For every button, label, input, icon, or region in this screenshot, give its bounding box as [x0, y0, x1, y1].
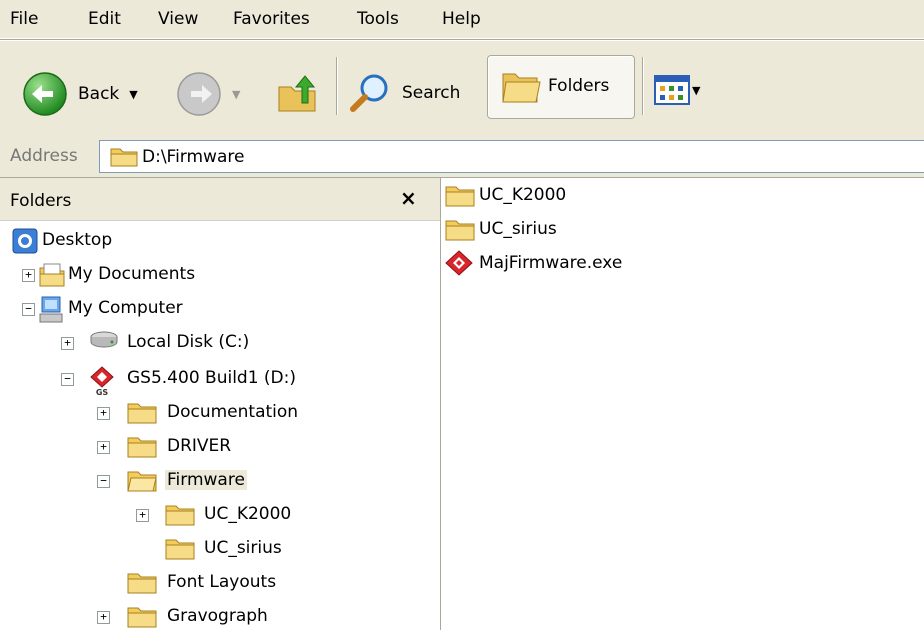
tree-item-label: DRIVER — [167, 436, 232, 456]
folders-button[interactable]: Folders — [487, 55, 635, 119]
standard-toolbar: Back ▼ ▼ Search Folders ▼ — [0, 40, 924, 136]
folder-icon — [110, 145, 138, 167]
menu-tools[interactable]: Tools — [357, 9, 399, 29]
folder-icon — [445, 217, 475, 241]
close-icon[interactable]: × — [400, 186, 417, 210]
tree-item[interactable]: + Local Disk (C:) — [0, 328, 440, 358]
tree-item-label: My Documents — [68, 264, 196, 284]
menu-file[interactable]: File — [10, 9, 38, 29]
tree-item-label: Font Layouts — [167, 572, 277, 592]
collapse-icon[interactable]: − — [61, 373, 74, 386]
list-item[interactable]: UC_sirius — [445, 214, 557, 244]
list-item[interactable]: MajFirmware.exe — [445, 248, 622, 278]
folder-icon — [127, 400, 157, 424]
collapse-icon[interactable]: − — [22, 303, 35, 316]
folder-icon — [127, 434, 157, 458]
search-icon — [348, 71, 392, 115]
desktop-icon — [12, 228, 38, 254]
folders-pane: Folders × Desktop + My Documents − My Comput… — [0, 178, 441, 630]
address-field[interactable]: D:\Firmware — [99, 140, 924, 173]
search-button[interactable]: Search — [348, 71, 460, 115]
tree-item-label: Gravograph — [167, 606, 268, 626]
menu-favorites[interactable]: Favorites — [233, 9, 310, 29]
forward-arrow-icon — [176, 71, 222, 117]
tree-item-label: Documentation — [167, 402, 299, 422]
gs-exe-icon — [445, 250, 475, 276]
expand-icon[interactable]: + — [61, 337, 74, 350]
toolbar-separator — [336, 57, 337, 115]
tree-item-label: My Computer — [68, 298, 183, 318]
folder-icon — [445, 183, 475, 207]
collapse-icon[interactable]: − — [97, 475, 110, 488]
folder-icon — [127, 570, 157, 594]
address-value: D:\Firmware — [142, 147, 245, 167]
folders-icon — [500, 66, 544, 108]
tree-item[interactable]: + UC_K2000 — [0, 500, 440, 530]
menu-bar: File Edit View Favorites Tools Help — [0, 0, 924, 39]
expand-icon[interactable]: + — [22, 269, 35, 282]
tree-item-label: Firmware — [165, 470, 247, 490]
menu-edit[interactable]: Edit — [88, 9, 121, 29]
expand-icon[interactable]: + — [97, 441, 110, 454]
forward-button[interactable]: ▼ — [176, 71, 240, 117]
svg-text:GS: GS — [96, 388, 109, 396]
my-documents-icon — [38, 262, 66, 288]
back-label: Back — [78, 84, 120, 104]
file-name: UC_sirius — [479, 219, 557, 239]
address-label: Address — [10, 146, 78, 166]
tree-item-label: GS5.400 Build1 (D:) — [127, 368, 297, 388]
menu-view[interactable]: View — [158, 9, 198, 29]
tree-item[interactable]: Font Layouts — [0, 568, 440, 598]
folders-label: Folders — [548, 76, 610, 96]
up-folder-icon — [276, 73, 320, 115]
back-dropdown-arrow-icon[interactable]: ▼ — [129, 88, 137, 101]
my-computer-icon — [38, 296, 64, 324]
tree-item-label: Local Disk (C:) — [127, 332, 250, 352]
file-name: MajFirmware.exe — [479, 253, 623, 273]
folder-icon — [165, 536, 195, 560]
tree-item[interactable]: + DRIVER — [0, 432, 440, 462]
menu-help[interactable]: Help — [442, 9, 481, 29]
folders-pane-header: Folders × — [0, 178, 440, 221]
local-disk-icon — [89, 330, 119, 350]
tree-item[interactable]: − My Computer — [0, 294, 440, 324]
expand-icon[interactable]: + — [97, 611, 110, 624]
expand-icon[interactable]: + — [97, 407, 110, 420]
back-arrow-icon — [22, 71, 68, 117]
tree-item-label: Desktop — [42, 230, 113, 250]
file-name: UC_K2000 — [479, 185, 567, 205]
folders-pane-title: Folders — [10, 191, 72, 211]
file-list: UC_K2000 UC_sirius MajFirmware.exe — [441, 178, 924, 630]
tree-item[interactable]: UC_sirius — [0, 534, 440, 564]
tree-item[interactable]: − Firmware — [0, 466, 440, 496]
gs-drive-icon: GS — [89, 366, 115, 396]
tree-item[interactable]: Desktop — [0, 226, 440, 256]
back-button[interactable]: Back ▼ — [22, 71, 138, 117]
forward-dropdown-arrow-icon[interactable]: ▼ — [232, 88, 240, 101]
tree-item[interactable]: − GS GS5.400 Build1 (D:) — [0, 364, 440, 396]
views-dropdown-arrow-icon[interactable]: ▼ — [692, 84, 700, 97]
tree-item-label: UC_K2000 — [204, 504, 292, 524]
tree-item[interactable]: + Gravograph — [0, 602, 440, 632]
views-grid-icon — [654, 75, 690, 105]
tree-item[interactable]: + My Documents — [0, 260, 440, 290]
up-folder-button[interactable] — [276, 73, 320, 115]
search-label: Search — [402, 83, 461, 103]
tree-item-label: UC_sirius — [204, 538, 282, 558]
folder-open-icon — [127, 468, 157, 492]
expand-icon[interactable]: + — [136, 509, 149, 522]
folder-icon — [165, 502, 195, 526]
folder-icon — [127, 604, 157, 628]
toolbar-separator — [642, 57, 643, 115]
list-item[interactable]: UC_K2000 — [445, 180, 566, 210]
views-button[interactable]: ▼ — [654, 75, 700, 105]
address-bar: Address D:\Firmware — [0, 135, 924, 178]
tree-item[interactable]: + Documentation — [0, 398, 440, 428]
